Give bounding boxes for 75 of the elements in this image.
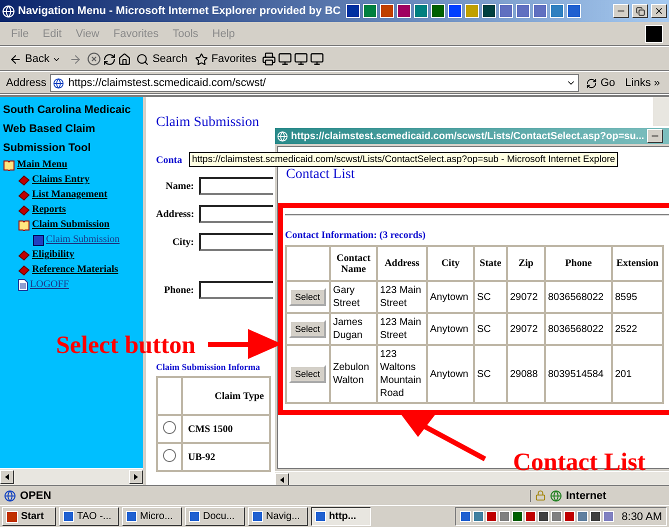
table-cell: Gary Street — [330, 281, 377, 313]
table-cell: James Dugan — [330, 313, 377, 345]
menu-link[interactable]: Main Menu — [3, 158, 143, 172]
table-cell: Zebulon Walton — [330, 345, 377, 403]
tooltip: https://claimstest.scmedicaid.com/scwst/Lists/ContactSelect.asp?op=sub - Microsoft Internet Explore — [189, 152, 618, 167]
table-cell: 29072 — [507, 281, 545, 313]
table-cell: 123 Main Street — [377, 281, 427, 313]
select-button[interactable]: Select — [289, 365, 326, 383]
table-cell: UB-92 — [182, 443, 270, 471]
menu-link[interactable]: Claim Submission — [18, 218, 143, 232]
table-cell: 8036568022 — [545, 281, 612, 313]
table-cell: 29088 — [507, 345, 545, 403]
menu-link[interactable]: List Management — [18, 188, 143, 202]
site-title: Web Based Claim — [3, 122, 96, 137]
column-header: Address — [377, 246, 427, 281]
menu-link[interactable]: Claims Entry — [18, 173, 143, 187]
section-heading: Conta — [156, 155, 182, 166]
menu-link[interactable]: Eligibility — [18, 248, 143, 262]
table-cell: 29072 — [507, 313, 545, 345]
menu-link[interactable]: LOGOFF — [18, 278, 143, 292]
taskbar-button[interactable]: http... — [311, 507, 371, 526]
address-field[interactable]: https://claimstest.scmedicaid.com/scwst/ — [50, 74, 580, 92]
select-button[interactable]: Select — [289, 288, 326, 306]
status-text: OPEN — [20, 490, 52, 502]
table-cell: 8595 — [612, 281, 663, 313]
menu-link[interactable]: Reference Materials — [18, 263, 143, 277]
site-title: Submission Tool — [3, 141, 92, 156]
favorites-button[interactable]: Favorites — [192, 52, 260, 66]
taskbar-button[interactable]: Micro... — [122, 507, 182, 526]
taskbar-button[interactable]: TAO -... — [59, 507, 119, 526]
window-title: https://claimstest.scmedicaid.com/scwst/Lists/ContactSelect.asp?op=su... — [291, 130, 644, 142]
column-header: Zip — [507, 246, 545, 281]
table-cell: 8039514584 — [545, 345, 612, 403]
table-cell: SC — [474, 281, 507, 313]
column-header: Extension — [612, 246, 663, 281]
column-header: Contact Name — [330, 246, 377, 281]
column-header: City — [427, 246, 474, 281]
table-cell: Anytown — [427, 313, 474, 345]
annotation-label: Contact List — [513, 449, 646, 477]
search-button[interactable]: Search — [133, 52, 190, 66]
menu-link[interactable]: Claim Submission — [33, 233, 143, 247]
table-cell: CMS 1500 — [182, 415, 270, 443]
table-cell: 123 Waltons Mountain Road — [377, 345, 427, 403]
window-title: Navigation Menu - Microsoft Internet Explorer provided by BC — [18, 5, 341, 17]
menu-link[interactable]: Reports — [18, 203, 143, 217]
taskbar-button[interactable]: Navig... — [248, 507, 308, 526]
field-label: Address: — [156, 208, 194, 220]
column-header: State — [474, 246, 507, 281]
field-label: Phone: — [163, 284, 194, 296]
select-button[interactable]: Select — [289, 320, 326, 338]
taskbar-button[interactable]: Docu... — [185, 507, 245, 526]
field-label: City: — [171, 236, 194, 248]
zone-text: Internet — [566, 490, 606, 502]
section-heading: Claim Submission Informa — [156, 362, 260, 372]
table-cell: 123 Main Street — [377, 313, 427, 345]
go-button[interactable]: Go — [583, 77, 618, 89]
clock: 8:30 AM — [622, 510, 662, 522]
table-cell: Anytown — [427, 345, 474, 403]
address-label: Address — [6, 77, 46, 89]
table-cell: 8036568022 — [545, 313, 612, 345]
field-label: Name: — [164, 180, 194, 192]
links-button[interactable]: Links » — [622, 77, 663, 89]
table-cell: SC — [474, 345, 507, 403]
table-cell: 201 — [612, 345, 663, 403]
column-header: Phone — [545, 246, 612, 281]
section-heading: Contact Information: (3 records) — [285, 230, 426, 241]
table-cell: SC — [474, 313, 507, 345]
site-title: South Carolina Medicaic — [3, 103, 132, 118]
start-button[interactable]: Start — [2, 507, 56, 526]
table-cell: Anytown — [427, 281, 474, 313]
page-heading: Claim Submission — [156, 115, 260, 131]
table-cell: 2522 — [612, 313, 663, 345]
column-header: Claim Type — [182, 377, 270, 415]
page-heading: Contact List — [286, 167, 356, 183]
back-button[interactable]: Back — [6, 52, 64, 66]
